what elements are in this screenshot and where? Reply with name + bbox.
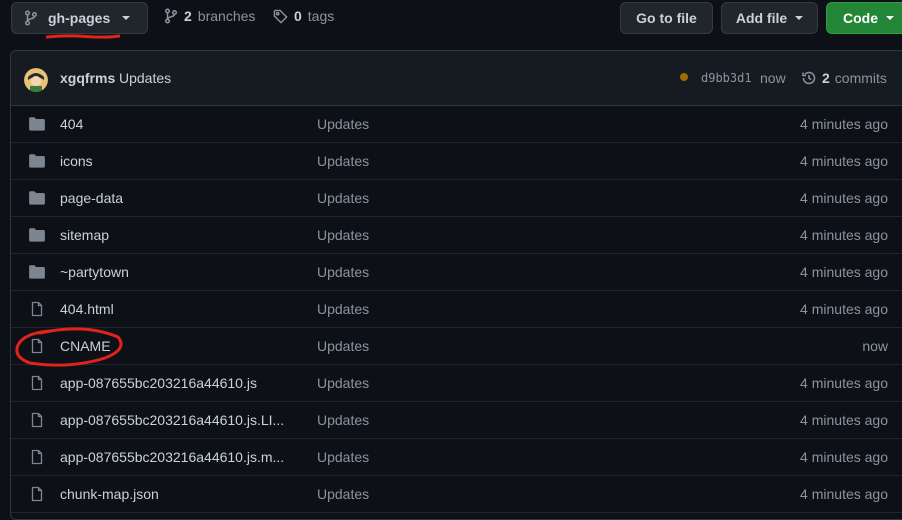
file-row[interactable]: icons Updates 4 minutes ago (11, 143, 902, 180)
file-commit-message[interactable]: Updates (317, 116, 369, 132)
commit-sha[interactable]: d9bb3d1 (701, 71, 752, 85)
branch-selector-button[interactable]: gh-pages (11, 2, 148, 34)
code-label: Code (843, 10, 878, 26)
file-row[interactable]: app-087655bc203216a44610.js.LI... Updates… (11, 402, 902, 439)
file-commit-age: 4 minutes ago (800, 116, 888, 132)
chevron-down-icon (795, 16, 804, 20)
file-row[interactable]: sitemap Updates 4 minutes ago (11, 217, 902, 254)
file-commit-message[interactable]: Updates (317, 301, 369, 317)
annotation-circle (15, 327, 123, 367)
file-commit-message[interactable]: Updates (317, 264, 369, 280)
tags-link[interactable]: 0 tags (273, 8, 334, 24)
file-commit-age: 4 minutes ago (800, 449, 888, 465)
file-icon (28, 301, 46, 317)
code-button[interactable]: Code (826, 2, 902, 34)
file-row[interactable]: 404.html Updates 4 minutes ago (11, 291, 902, 328)
file-commit-age: 4 minutes ago (800, 227, 888, 243)
branches-link[interactable]: 2 branches (164, 8, 255, 24)
tag-icon (273, 9, 288, 24)
file-name[interactable]: app-087655bc203216a44610.js.LI... (60, 412, 284, 428)
file-commit-age: 4 minutes ago (800, 375, 888, 391)
go-to-file-label: Go to file (636, 10, 697, 26)
file-commit-age: now (862, 338, 888, 354)
file-commit-message[interactable]: Updates (317, 412, 369, 428)
annotation-underline (46, 34, 120, 39)
file-commit-age: 4 minutes ago (800, 412, 888, 428)
file-commit-age: 4 minutes ago (800, 264, 888, 280)
file-row[interactable]: 404 Updates 4 minutes ago (11, 106, 902, 143)
file-commit-message[interactable]: Updates (317, 486, 369, 502)
file-commit-age: 4 minutes ago (800, 301, 888, 317)
branches-count: 2 (184, 8, 192, 24)
file-commit-age: 4 minutes ago (800, 486, 888, 502)
folder-icon (28, 153, 46, 169)
commit-author[interactable]: xgqfrms (60, 70, 115, 86)
file-commit-message[interactable]: Updates (317, 227, 369, 243)
file-name[interactable]: app-087655bc203216a44610.js (60, 375, 257, 391)
folder-icon (28, 227, 46, 243)
branches-label: branches (197, 8, 256, 24)
file-commit-age: 4 minutes ago (800, 190, 888, 206)
commits-history-link[interactable]: 2 commits (801, 70, 887, 86)
file-commit-age: 4 minutes ago (800, 153, 888, 169)
repo-toolbar: gh-pages 2 branches 0 tags Go to file Ad… (0, 0, 902, 36)
file-row[interactable]: app-087655bc203216a44610.js Updates 4 minu… (11, 365, 902, 402)
commits-count: 2 (822, 70, 830, 86)
commit-message[interactable]: Updates (119, 70, 171, 86)
file-name[interactable]: chunk-map.json (60, 486, 159, 502)
add-file-label: Add file (735, 10, 788, 26)
file-row[interactable]: app-087655bc203216a44610.js.m... Updates 4… (11, 439, 902, 476)
file-commit-message[interactable]: Updates (317, 375, 369, 391)
latest-commit-bar: xgqfrms Updates d9bb3d1 now 2 commits (11, 51, 902, 106)
file-icon (28, 486, 46, 502)
file-name[interactable]: 404.html (60, 301, 114, 317)
avatar[interactable] (24, 68, 48, 92)
file-name[interactable]: app-087655bc203216a44610.js.m... (60, 449, 284, 465)
file-browser: xgqfrms Updates d9bb3d1 now 2 commits 40… (10, 50, 902, 520)
file-commit-message[interactable]: Updates (317, 338, 369, 354)
go-to-file-button[interactable]: Go to file (620, 2, 713, 34)
file-row[interactable]: chunk-map.json Updates 4 minutes ago (11, 476, 902, 513)
branch-name: gh-pages (48, 10, 111, 26)
tags-count: 0 (294, 8, 302, 24)
add-file-button[interactable]: Add file (721, 2, 818, 34)
chevron-down-icon (886, 16, 894, 20)
file-name[interactable]: icons (60, 153, 93, 169)
file-name[interactable]: 404 (60, 116, 83, 132)
git-branch-icon (164, 8, 178, 24)
commit-time: now (760, 70, 786, 86)
file-row[interactable]: ~partytown Updates 4 minutes ago (11, 254, 902, 291)
file-row[interactable]: page-data Updates 4 minutes ago (11, 180, 902, 217)
file-name[interactable]: page-data (60, 190, 123, 206)
file-commit-message[interactable]: Updates (317, 449, 369, 465)
folder-icon (28, 264, 46, 280)
commits-label: commits (834, 70, 887, 86)
file-name[interactable]: ~partytown (60, 264, 129, 280)
folder-icon (28, 116, 46, 132)
file-name[interactable]: sitemap (60, 227, 109, 243)
git-branch-icon (24, 10, 38, 26)
file-icon (28, 375, 46, 391)
file-commit-message[interactable]: Updates (317, 190, 369, 206)
history-icon (802, 71, 816, 85)
file-row[interactable]: CNAME Updates now (11, 328, 902, 365)
file-icon (28, 412, 46, 428)
chevron-down-icon (122, 16, 131, 20)
tags-label: tags (307, 8, 335, 24)
commit-status-dot[interactable] (680, 73, 688, 81)
folder-icon (28, 190, 46, 206)
file-icon (28, 449, 46, 465)
file-commit-message[interactable]: Updates (317, 153, 369, 169)
